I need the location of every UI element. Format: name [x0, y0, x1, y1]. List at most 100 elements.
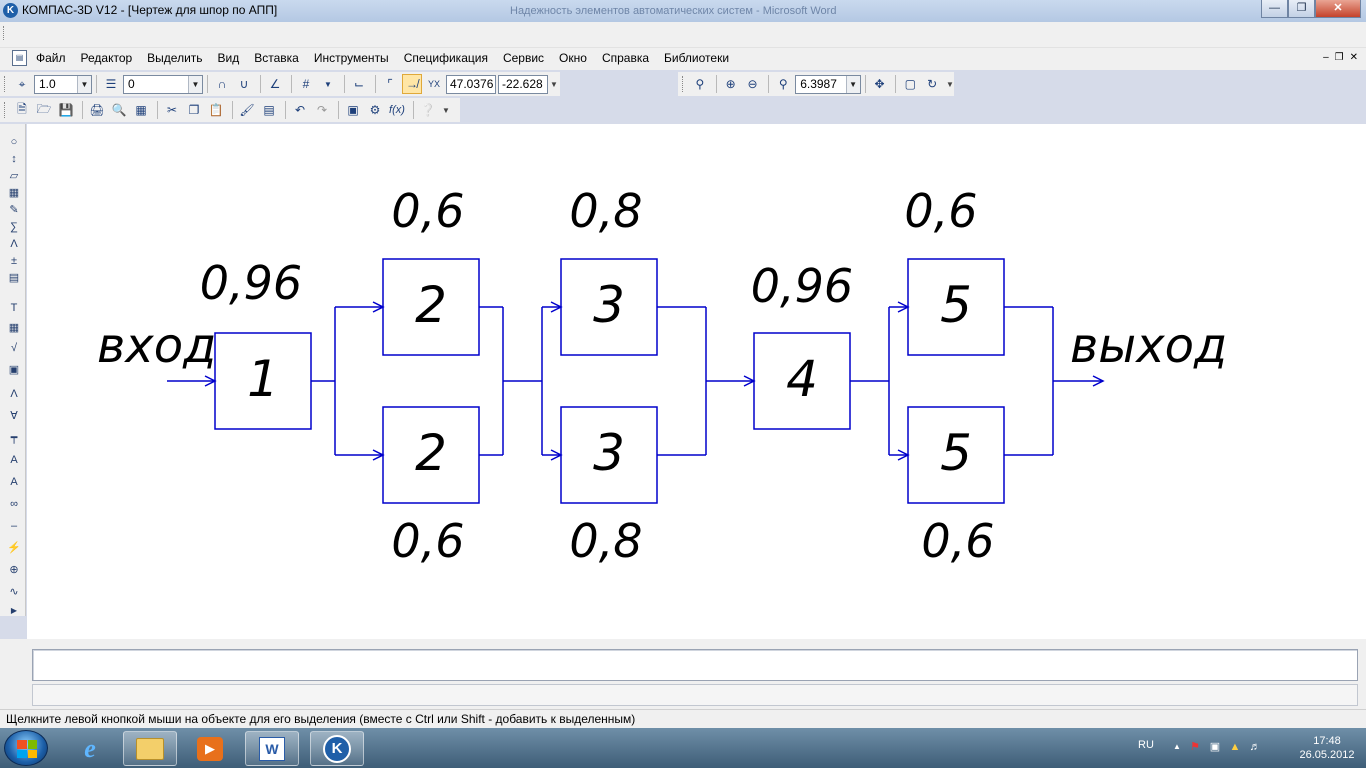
toolbar-more-icon[interactable]: ▼ — [946, 80, 954, 89]
symbols-icon[interactable]: ▱ — [5, 168, 23, 185]
kompas-logo-icon[interactable]: K — [3, 3, 18, 18]
show-all-icon[interactable]: ▢ — [900, 74, 920, 94]
toolbar-grip[interactable] — [682, 76, 687, 92]
cs-axes-icon[interactable]: ⌙ — [349, 74, 369, 94]
open-folder-icon[interactable]: 🗁 — [34, 100, 54, 120]
print-icon[interactable]: 🖨 — [87, 100, 107, 120]
target-icon[interactable]: ⊕ — [5, 562, 23, 579]
tray-expand-icon[interactable]: ▲ — [1170, 740, 1184, 754]
roughness-icon[interactable]: √ — [5, 340, 23, 357]
zoom-combo[interactable]: 6.3987 ▼ — [795, 74, 861, 94]
drawing-canvas[interactable]: 1 2 2 3 3 4 5 5 0,96 0,6 0,6 0,8 0,8 0,9… — [27, 124, 1366, 639]
print-preview-icon[interactable]: 🔍 — [109, 100, 129, 120]
chevron-down-icon[interactable]: ▼ — [845, 75, 860, 93]
grid-dropdown-icon[interactable]: ▼ — [318, 74, 338, 94]
format-brush-icon[interactable]: 🖌 — [237, 100, 257, 120]
snap-magnet-icon[interactable]: ∩ — [212, 74, 232, 94]
zoom-scale-icon[interactable]: ⚲ — [773, 74, 793, 94]
taskbar-media-player-button[interactable]: ▶ — [183, 731, 237, 766]
manager-icon[interactable]: ▣ — [343, 100, 363, 120]
menu-specification[interactable]: Спецификация — [404, 51, 488, 65]
network-icon[interactable]: ▲ — [1228, 740, 1242, 754]
coord-y-field[interactable]: -22.628 — [498, 74, 548, 94]
snap-settings-icon[interactable]: ∪ — [234, 74, 254, 94]
menu-file[interactable]: Файл — [36, 51, 66, 65]
layer-combo[interactable]: 0 ▼ — [123, 74, 203, 94]
device-icon[interactable]: ▣ — [1208, 740, 1222, 754]
menu-service[interactable]: Сервис — [503, 51, 544, 65]
chevron-down-icon[interactable]: ▼ — [188, 75, 202, 93]
menu-editor[interactable]: Редактор — [81, 51, 133, 65]
dimensions-icon[interactable]: ↕ — [5, 151, 23, 168]
arrow-view-icon[interactable]: A — [5, 452, 23, 469]
doc-minimize-icon[interactable]: – — [1323, 52, 1329, 63]
properties-bar[interactable] — [32, 649, 1358, 681]
refresh-icon[interactable]: ↻ — [922, 74, 942, 94]
doc-close-icon[interactable]: ✕ — [1350, 52, 1358, 63]
help-pointer-icon[interactable]: ❔ — [418, 100, 438, 120]
doc-restore-icon[interactable]: ❐ — [1335, 52, 1344, 63]
toolbar-more-icon[interactable]: ▼ — [550, 80, 558, 89]
toolbar-grip[interactable] — [4, 102, 9, 118]
ortho-icon[interactable]: ∠ — [265, 74, 285, 94]
geometry-icon[interactable]: ○ — [5, 134, 23, 151]
new-document-icon[interactable]: 🗎 — [12, 100, 32, 120]
settings-gear-icon[interactable]: ⚙ — [365, 100, 385, 120]
taskbar-kompas-button[interactable]: K — [310, 731, 364, 766]
cut-icon[interactable]: ✂ — [162, 100, 182, 120]
save-icon[interactable]: 💾 — [56, 100, 76, 120]
coordinates-icon[interactable]: YX — [424, 74, 444, 94]
base-icon[interactable]: ▣ — [5, 362, 23, 379]
round-icon[interactable]: ⌜ — [380, 74, 400, 94]
layout-icon[interactable]: ▦ — [131, 100, 151, 120]
break-line-icon[interactable]: ∿ — [5, 584, 23, 601]
edit-icon[interactable]: ✎ — [5, 202, 23, 219]
pan-icon[interactable]: ✥ — [870, 74, 890, 94]
action-center-icon[interactable]: ⚑ — [1188, 740, 1202, 754]
local-cs-icon[interactable]: ⌖ — [12, 74, 32, 94]
view-label-icon[interactable]: A — [5, 474, 23, 491]
menu-select[interactable]: Выделить — [147, 51, 202, 65]
coord-x-field[interactable]: 47.0376 — [446, 74, 496, 94]
menu-view[interactable]: Вид — [218, 51, 240, 65]
menu-insert[interactable]: Вставка — [254, 51, 299, 65]
select-icon[interactable]: ± — [5, 253, 23, 270]
language-indicator[interactable]: RU — [1138, 739, 1154, 751]
axis-line-icon[interactable]: – — [5, 518, 23, 535]
zoom-out-icon[interactable]: ⊖ — [743, 74, 763, 94]
close-button[interactable]: ✕ — [1315, 0, 1361, 18]
taskbar-ie-button[interactable]: e — [63, 731, 117, 766]
menu-help[interactable]: Справка — [602, 51, 649, 65]
lightning-icon[interactable]: ⚡ — [5, 540, 23, 557]
cursor-snap-icon[interactable]: ↛ — [402, 74, 422, 94]
measure-icon[interactable]: Λ — [5, 236, 23, 253]
spec-icon[interactable]: ▤ — [5, 270, 23, 287]
zoom-window-icon[interactable]: ⚲ — [690, 74, 710, 94]
wave-icon[interactable]: ∞ — [5, 496, 23, 513]
table-icon[interactable]: ▦ — [5, 320, 23, 337]
leader-icon[interactable]: Λ — [5, 386, 23, 403]
tolerance-icon[interactable]: ∀ — [5, 408, 23, 425]
layers-icon[interactable]: ☰ — [101, 74, 121, 94]
taskbar-explorer-button[interactable] — [123, 731, 177, 766]
variables-fx-icon[interactable]: f(x) — [387, 100, 407, 120]
toolbar-grip[interactable] — [4, 76, 9, 92]
redo-icon[interactable]: ↷ — [312, 100, 332, 120]
parametrization-icon[interactable]: ∑ — [5, 219, 23, 236]
toolbar-more-icon[interactable]: ▼ — [442, 106, 450, 115]
grid-panel-icon[interactable]: ▦ — [5, 185, 23, 202]
restore-button[interactable]: ❐ — [1288, 0, 1315, 18]
undo-icon[interactable]: ↶ — [290, 100, 310, 120]
paste-icon[interactable]: 📋 — [206, 100, 226, 120]
text-icon[interactable]: T — [5, 300, 23, 317]
volume-icon[interactable]: ♬ — [1248, 740, 1262, 754]
zoom-in-icon[interactable]: ⊕ — [721, 74, 741, 94]
document-icon[interactable]: ▤ — [12, 50, 27, 66]
menu-tools[interactable]: Инструменты — [314, 51, 389, 65]
menu-window[interactable]: Окно — [559, 51, 587, 65]
chevron-down-icon[interactable]: ▼ — [77, 75, 91, 93]
panel-more-icon[interactable]: ▶ — [5, 602, 23, 619]
minimize-button[interactable]: — — [1261, 0, 1288, 18]
properties-icon[interactable]: ▤ — [259, 100, 279, 120]
start-button[interactable] — [4, 730, 48, 766]
